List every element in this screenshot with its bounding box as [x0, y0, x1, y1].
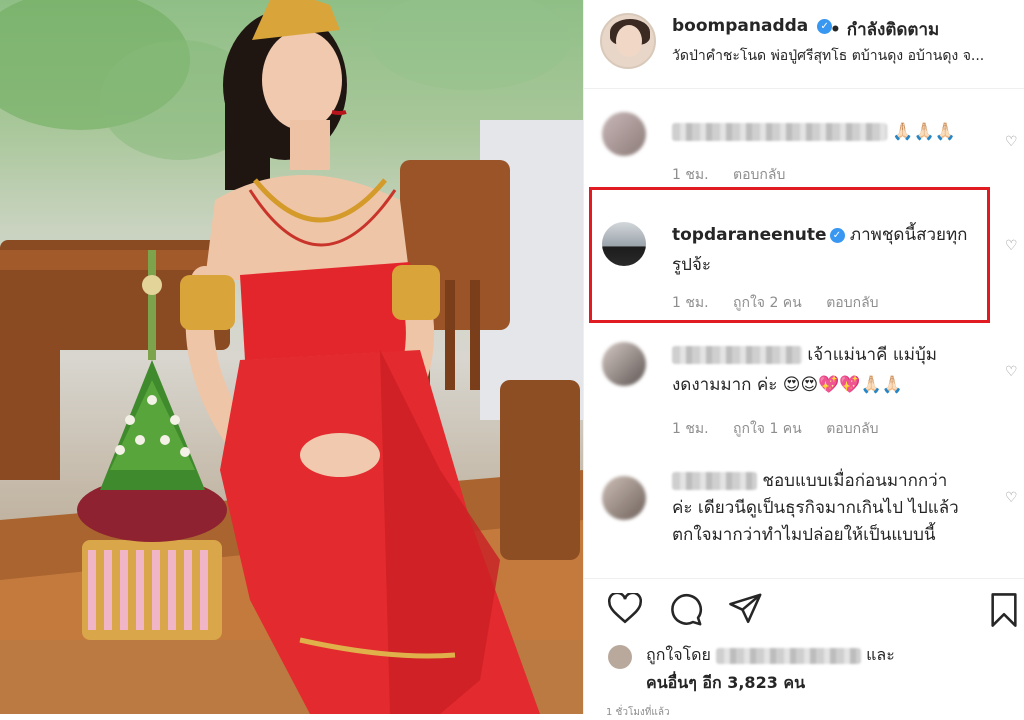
post-details-panel: boompanadda ✓ • กำลังติดตาม วัดป่าคำชะโน… — [583, 0, 1024, 718]
post-photo[interactable] — [0, 0, 583, 714]
commenter-avatar-blurred[interactable] — [602, 476, 646, 520]
comment-icon[interactable] — [669, 593, 703, 627]
comment-like-icon[interactable]: ♡ — [1005, 364, 1019, 380]
paper-plane-icon[interactable] — [729, 593, 763, 625]
comment-time: 1 ชม. — [672, 295, 709, 311]
comment-time: 1 ชม. — [672, 421, 709, 437]
comment-text-line3: ตกใจมากว่าทำไมปล่อยให้เป็นแบบนี้ — [672, 525, 936, 545]
post-location[interactable]: วัดป่าคำชะโนด พ่อปู่ศรีสุทโธ ตบ้านดุง อบ… — [672, 45, 1017, 67]
post-actions-bar: ถูกใจโดย และ คนอื่นๆ อีก 3,823 คน 1 ชั่ว… — [584, 578, 1024, 718]
comment-item: เจ้าแม่นาคี แม่บุ้ม งดงามมาก ค่ะ 😍😍💖💖🙏🏻🙏… — [584, 340, 1024, 450]
author-avatar[interactable] — [600, 13, 656, 69]
comment-item: ชอบแบบเมื่อก่อนมากกว่า ค่ะ เดียวนีดูเป็น… — [584, 468, 1024, 573]
author-username[interactable]: boompanadda ✓ — [672, 16, 833, 36]
reply-button[interactable]: ตอบกลับ — [826, 295, 878, 311]
comment-likes-count[interactable]: ถูกใจ 1 คน — [733, 421, 802, 437]
likes-prefix: ถูกใจโดย — [646, 645, 711, 664]
comment-likes-count[interactable]: ถูกใจ 2 คน — [733, 295, 802, 311]
blurred-username — [672, 123, 887, 141]
comment-item-highlighted: topdaraneenute ✓ ภาพชุดนี้สวยทุก รูปจ้ะ ♡… — [584, 220, 1024, 320]
commenter-username[interactable]: topdaraneenute — [672, 225, 827, 245]
reply-button[interactable]: ตอบกลับ — [733, 167, 785, 183]
comment-text: เจ้าแม่นาคี แม่บุ้ม — [807, 345, 937, 365]
bookmark-icon[interactable] — [989, 593, 1019, 627]
reply-button[interactable]: ตอบกลับ — [826, 421, 878, 437]
post-time-ago: 1 ชั่วโมงที่แล้ว — [606, 707, 670, 718]
commenter-avatar-blurred[interactable] — [602, 342, 646, 386]
comment-like-icon[interactable]: ♡ — [1005, 238, 1019, 254]
likes-summary: ถูกใจโดย และ คนอื่นๆ อีก 3,823 คน — [646, 641, 895, 697]
blurred-liker-name[interactable] — [716, 647, 862, 664]
following-status[interactable]: • กำลังติดตาม — [830, 16, 939, 43]
blurred-username — [672, 472, 757, 490]
photo-illustration — [0, 0, 583, 714]
comment-text: ภาพชุดนี้สวยทุก — [849, 225, 968, 245]
blurred-username — [672, 346, 802, 364]
comment-text: ชอบแบบเมื่อก่อนมากกว่า — [762, 471, 948, 491]
comment-item: 🙏🏻🙏🏻🙏🏻 ♡ 1 ชม. ตอบกลับ — [584, 112, 1024, 192]
comment-like-icon[interactable]: ♡ — [1005, 490, 1019, 506]
commenter-avatar[interactable] — [602, 222, 646, 266]
comment-text-line2: งดงามมาก ค่ะ 😍😍💖💖🙏🏻🙏🏻 — [672, 375, 903, 395]
likes-others-count[interactable]: คนอื่นๆ อีก 3,823 คน — [646, 673, 805, 692]
heart-icon[interactable] — [608, 593, 642, 625]
post-header: boompanadda ✓ • กำลังติดตาม วัดป่าคำชะโน… — [584, 0, 1024, 89]
liker-avatar-blurred[interactable] — [608, 645, 632, 669]
comment-text-line2: ค่ะ เดียวนีดูเป็นธุรกิจมากเกินไป ไปแล้ว — [672, 498, 959, 518]
verified-badge-icon: ✓ — [829, 227, 845, 243]
comment-text: 🙏🏻🙏🏻🙏🏻 — [892, 122, 956, 142]
comment-time: 1 ชม. — [672, 167, 709, 183]
comment-like-icon[interactable]: ♡ — [1005, 134, 1019, 150]
comment-text-line2: รูปจ้ะ — [672, 255, 712, 275]
commenter-avatar-blurred[interactable] — [602, 112, 646, 156]
likes-suffix: และ — [866, 645, 895, 664]
